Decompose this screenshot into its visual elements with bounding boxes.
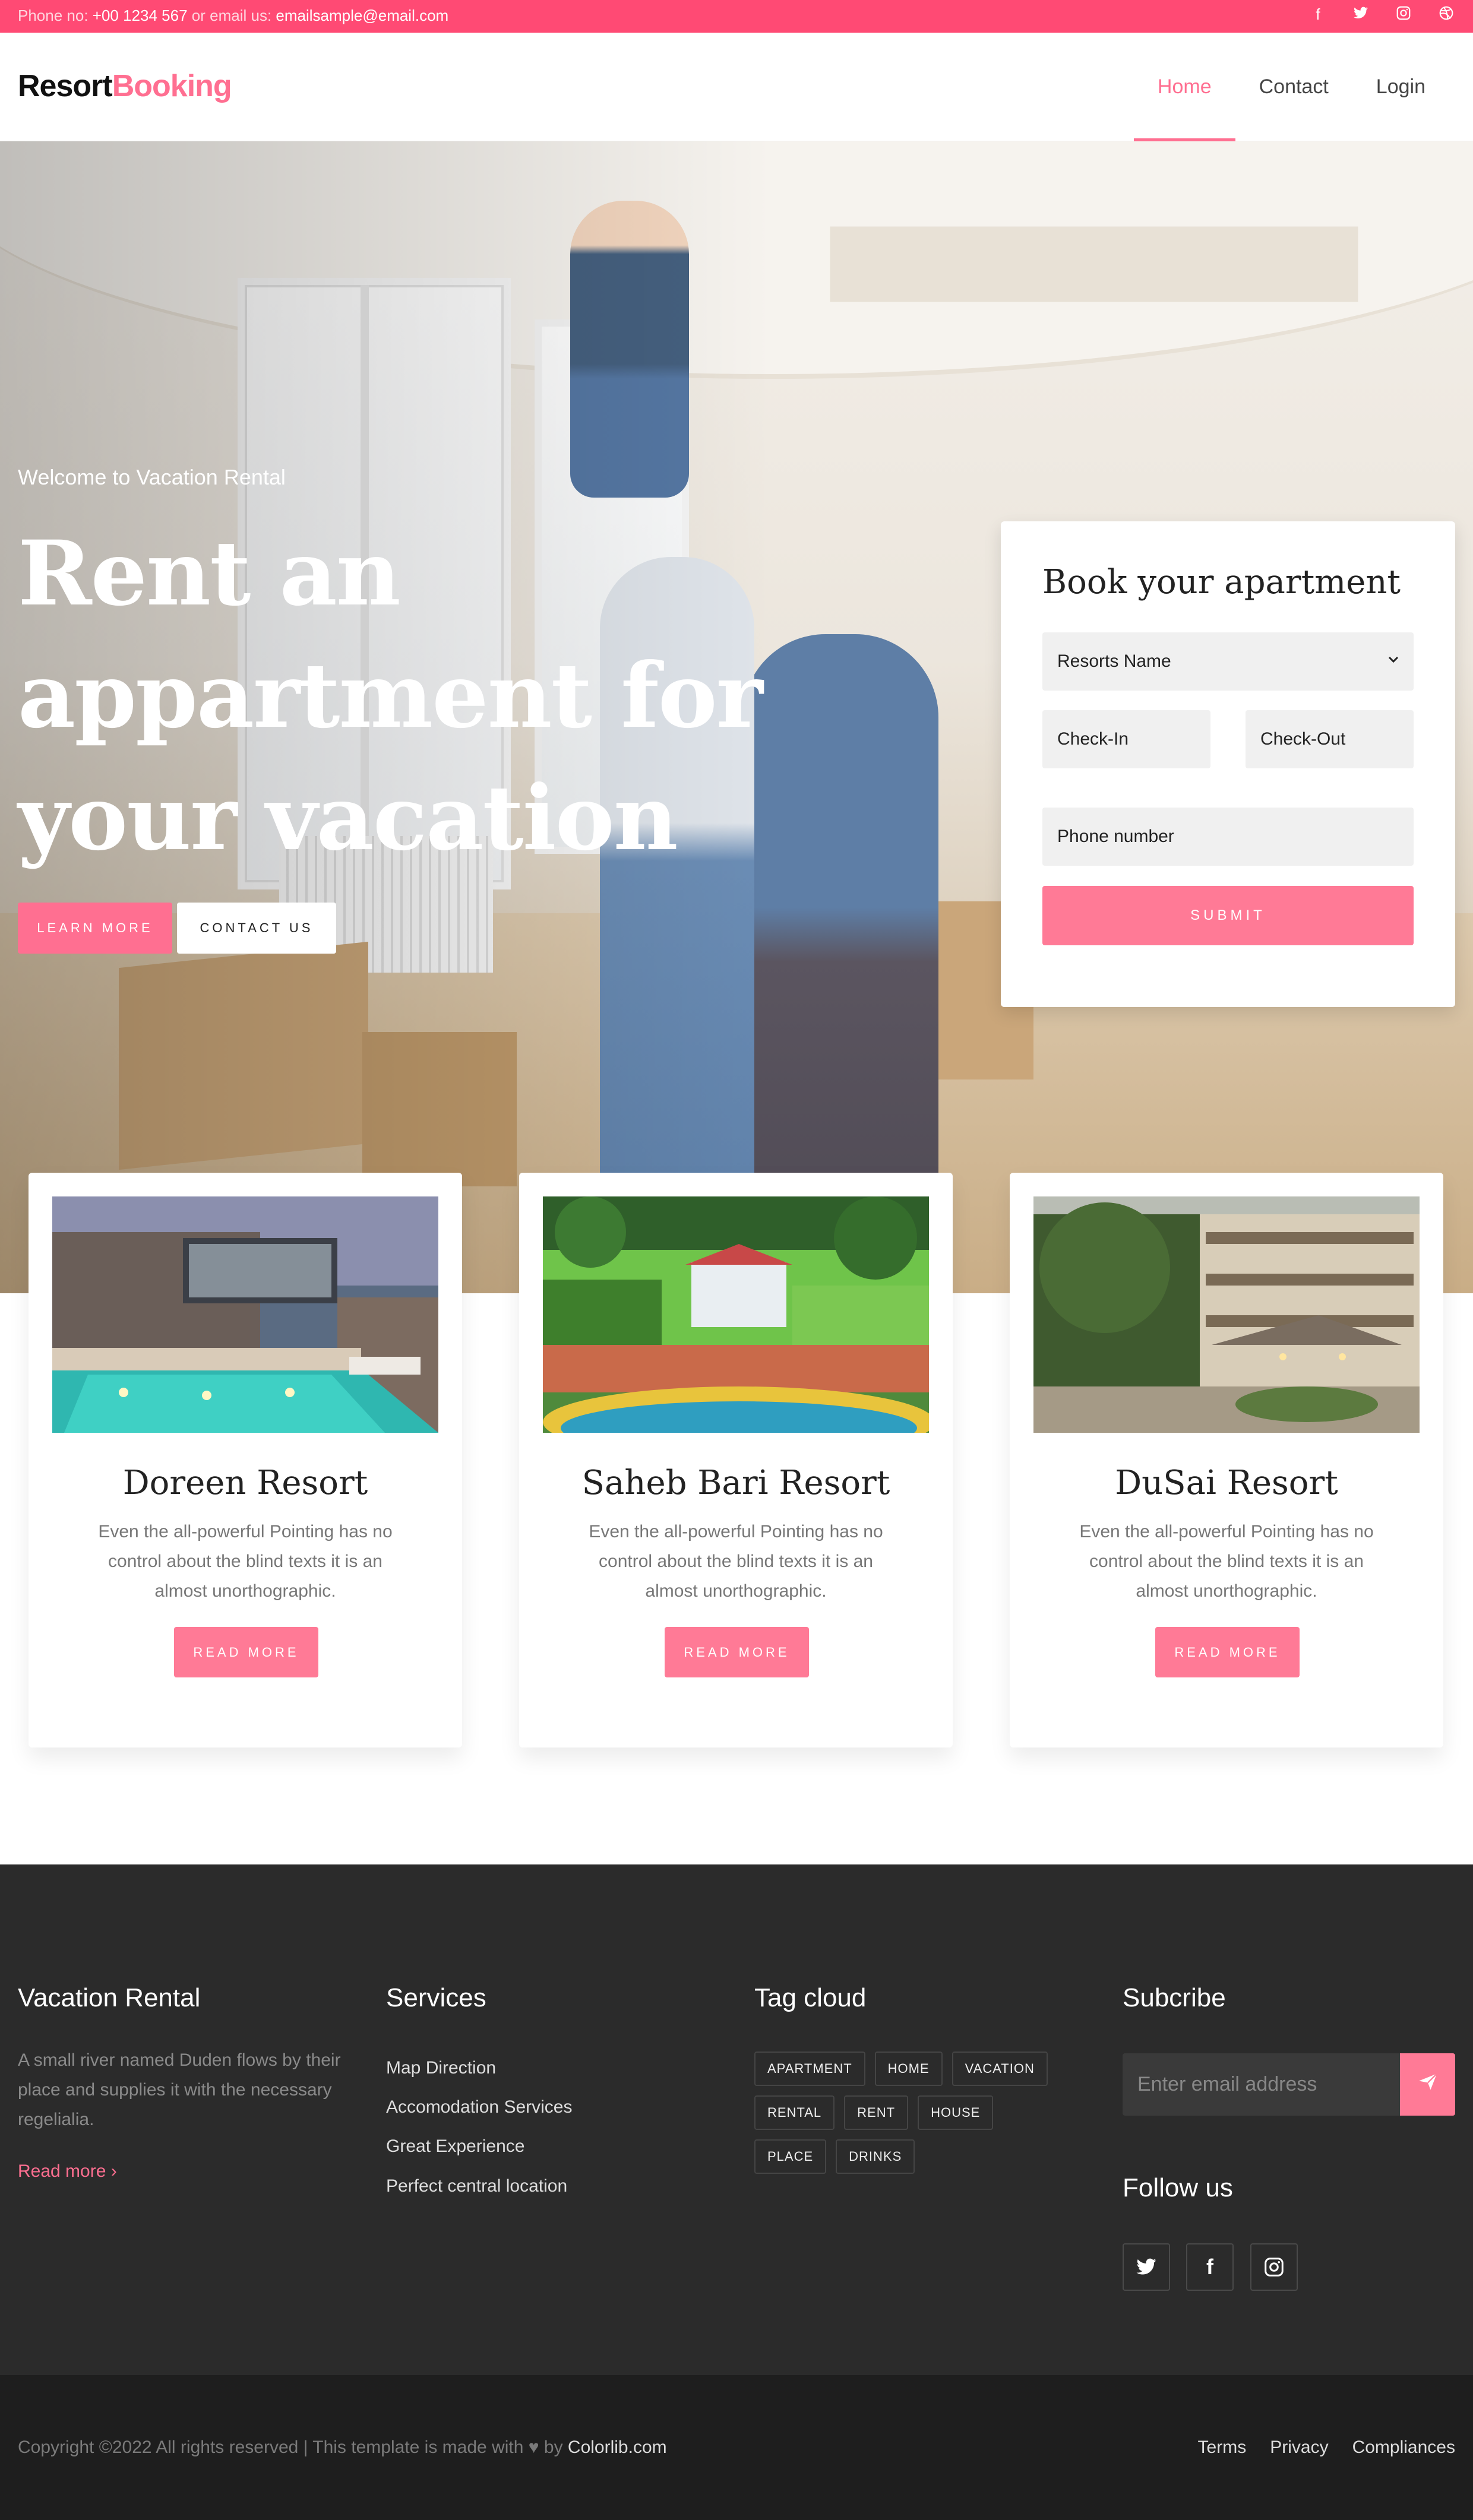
heart-icon: ♥ <box>528 2437 539 2457</box>
resort-image[interactable] <box>52 1196 438 1433</box>
learn-more-button[interactable]: LEARN MORE <box>18 903 172 954</box>
resort-description: Even the all-powerful Pointing has no co… <box>1079 1522 1374 1601</box>
tag-rent[interactable]: RENT <box>844 2095 909 2130</box>
submit-button[interactable]: SUBMIT <box>1042 886 1414 945</box>
footer-services-title: Services <box>386 1983 486 2012</box>
footer-subscribe-title: Subcribe <box>1123 1983 1226 2012</box>
checkin-input[interactable]: Check-In <box>1042 710 1210 768</box>
contact-info: Phone no: +00 1234 567 or email us: emai… <box>18 7 448 25</box>
phone-input[interactable]: Phone number <box>1042 808 1414 866</box>
privacy-link[interactable]: Privacy <box>1270 2437 1328 2458</box>
resort-name: Doreen Resort <box>122 1464 368 1502</box>
service-link[interactable]: Map Direction <box>386 2058 496 2078</box>
service-link[interactable]: Perfect central location <box>386 2176 567 2196</box>
booking-title: Book your apartment <box>1042 563 1401 601</box>
resort-name: DuSai Resort <box>1115 1464 1338 1502</box>
resort-image[interactable] <box>1033 1196 1420 1433</box>
email-link[interactable]: emailsample@email.com <box>276 7 448 24</box>
terms-link[interactable]: Terms <box>1198 2437 1247 2458</box>
nav-menu: Home Contact Login <box>1133 33 1449 141</box>
chevron-down-icon <box>1386 651 1401 670</box>
read-more-button[interactable]: READ MORE <box>665 1627 809 1677</box>
dribbble-icon[interactable] <box>1437 5 1455 23</box>
nav-contact[interactable]: Contact <box>1235 33 1352 141</box>
top-bar: Phone no: +00 1234 567 or email us: emai… <box>0 0 1473 33</box>
facebook-icon[interactable]: f <box>1186 2243 1234 2291</box>
footer-about-title: Vacation Rental <box>18 1983 201 2012</box>
copyright-text: Copyright ©2022 All rights reserved | Th… <box>18 2437 529 2457</box>
main-navbar: ResortBooking Home Contact Login <box>0 33 1473 141</box>
resort-name: Saheb Bari Resort <box>581 1464 890 1502</box>
tag-rental[interactable]: RENTAL <box>754 2095 835 2130</box>
tag-house[interactable]: HOUSE <box>918 2095 994 2130</box>
footer-follow-title: Follow us <box>1123 2173 1233 2202</box>
resort-card: Doreen Resort Even the all-powerful Poin… <box>29 1173 462 1747</box>
phone-prefix: Phone no: <box>18 7 93 24</box>
resort-description: Even the all-powerful Pointing has no co… <box>98 1522 393 1601</box>
subscribe-email-input[interactable]: Enter email address <box>1123 2053 1400 2116</box>
twitter-icon[interactable] <box>1123 2243 1170 2291</box>
facebook-icon[interactable]: f <box>1309 5 1327 23</box>
colorlib-link[interactable]: Colorlib.com <box>568 2437 667 2457</box>
footer-read-more-link[interactable]: Read more › <box>18 2161 117 2182</box>
read-more-button[interactable]: READ MORE <box>174 1627 318 1677</box>
hero-welcome: Welcome to Vacation Rental <box>18 465 286 489</box>
bottom-bar: Copyright ©2022 All rights reserved | Th… <box>0 2375 1473 2520</box>
hero-headline: Rent an appartment for your vacation <box>18 512 790 879</box>
service-link[interactable]: Accomodation Services <box>386 2097 572 2117</box>
resort-card: DuSai Resort Even the all-powerful Point… <box>1010 1173 1443 1747</box>
copyright: Copyright ©2022 All rights reserved | Th… <box>18 2437 667 2458</box>
copyright-by: by <box>539 2437 568 2457</box>
logo-part-resort: Resort <box>18 69 113 103</box>
tag-place[interactable]: PLACE <box>754 2139 827 2174</box>
resort-select[interactable]: Resorts Name <box>1042 632 1414 691</box>
tag-cloud: APARTMENT HOME VACATION RENTAL RENT HOUS… <box>754 2052 1063 2174</box>
tag-home[interactable]: HOME <box>874 2052 943 2086</box>
tag-vacation[interactable]: VACATION <box>952 2052 1048 2086</box>
footer: Vacation Rental A small river named Dude… <box>0 1864 1473 2375</box>
compliances-link[interactable]: Compliances <box>1352 2437 1455 2458</box>
logo-part-booking: Booking <box>112 69 232 103</box>
topbar-social: f <box>1309 5 1455 23</box>
service-link[interactable]: Great Experience <box>386 2136 524 2157</box>
subscribe-button[interactable] <box>1400 2053 1455 2116</box>
send-icon <box>1417 2071 1439 2098</box>
footer-about-text: A small river named Duden flows by their… <box>18 2050 341 2129</box>
nav-home[interactable]: Home <box>1133 33 1235 141</box>
hero-headline-line: Rent an <box>18 521 401 626</box>
footer-tags-title: Tag cloud <box>754 1983 867 2012</box>
booking-form: Book your apartment Resorts Name Check-I… <box>1001 521 1455 1007</box>
hero-headline-line: your vacation <box>18 766 678 870</box>
read-more-button[interactable]: READ MORE <box>1155 1627 1300 1677</box>
twitter-icon[interactable] <box>1352 5 1370 23</box>
instagram-icon[interactable] <box>1250 2243 1298 2291</box>
tag-drinks[interactable]: DRINKS <box>836 2139 915 2174</box>
resort-description: Even the all-powerful Pointing has no co… <box>589 1522 883 1601</box>
resort-card: Saheb Bari Resort Even the all-powerful … <box>519 1173 953 1747</box>
legal-links: Terms Privacy Compliances <box>1198 2437 1455 2458</box>
tag-apartment[interactable]: APARTMENT <box>754 2052 865 2086</box>
checkout-input[interactable]: Check-Out <box>1246 710 1414 768</box>
nav-login[interactable]: Login <box>1352 33 1449 141</box>
instagram-icon[interactable] <box>1395 5 1412 23</box>
email-prefix: or email us: <box>187 7 276 24</box>
hero-headline-line: appartment for <box>18 644 763 748</box>
phone-number[interactable]: +00 1234 567 <box>93 7 188 24</box>
site-logo[interactable]: ResortBooking <box>18 68 232 104</box>
resort-select-value: Resorts Name <box>1057 651 1171 671</box>
resort-image[interactable] <box>543 1196 929 1433</box>
contact-us-button[interactable]: CONTACT US <box>177 903 336 954</box>
